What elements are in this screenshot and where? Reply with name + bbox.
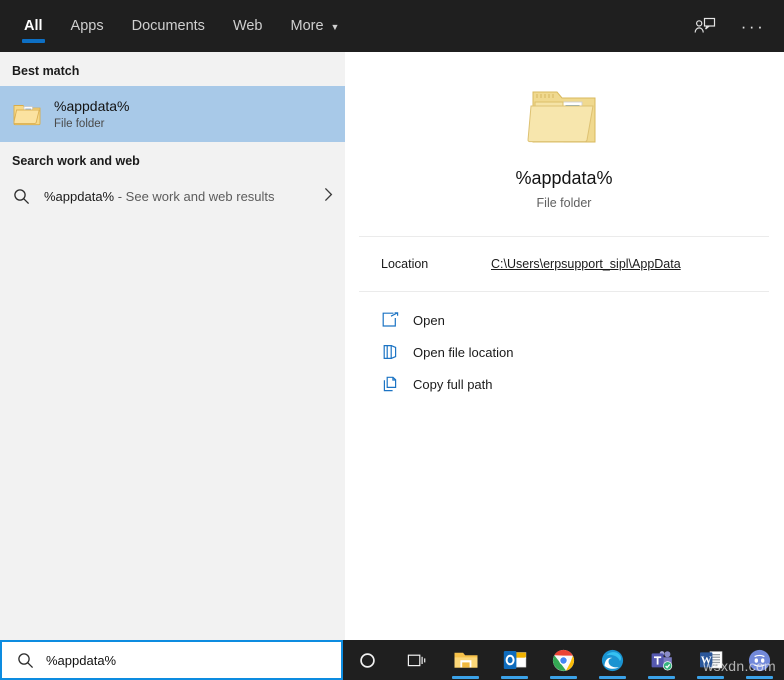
result-item-texts: %appdata% File folder xyxy=(54,98,130,130)
best-match-header: Best match xyxy=(0,52,345,86)
ellipsis-icon[interactable]: ··· xyxy=(736,9,770,43)
action-copy-full-path[interactable]: Copy full path xyxy=(381,368,771,400)
tab-apps[interactable]: Apps xyxy=(57,0,118,52)
results-panel: Best match %appdata% File folder xyxy=(0,52,345,640)
tab-documents-label: Documents xyxy=(132,18,205,34)
result-item-appdata[interactable]: %appdata% File folder xyxy=(0,86,345,142)
tab-more-label: More xyxy=(291,18,324,34)
web-result-label: %appdata% - See work and web results xyxy=(44,189,275,204)
search-work-and-web-header: Search work and web xyxy=(0,142,345,176)
tabbar-actions: ··· xyxy=(688,0,784,52)
taskbar-word-button[interactable]: W xyxy=(686,640,735,680)
taskbar-task-view-button[interactable] xyxy=(392,640,441,680)
taskbar-search-value: %appdata% xyxy=(46,653,116,668)
tab-all-label: All xyxy=(24,18,43,34)
tab-active-underline xyxy=(22,39,45,43)
person-feedback-icon[interactable] xyxy=(688,9,722,43)
copy-pages-icon xyxy=(381,375,399,393)
taskbar-chrome-button[interactable] xyxy=(539,640,588,680)
taskbar-running-indicator xyxy=(599,676,626,679)
tab-web-label: Web xyxy=(233,18,263,34)
chevron-right-icon[interactable] xyxy=(324,187,333,206)
taskbar-teams-button[interactable] xyxy=(637,640,686,680)
result-item-title: %appdata% xyxy=(54,98,130,116)
taskbar: %appdata% xyxy=(0,640,784,680)
action-open-file-location-label: Open file location xyxy=(413,345,513,360)
action-open-file-location[interactable]: Open file location xyxy=(381,336,771,368)
taskbar-file-explorer-button[interactable] xyxy=(441,640,490,680)
taskbar-running-indicator xyxy=(452,676,479,679)
open-external-icon xyxy=(381,311,399,329)
taskbar-running-indicator xyxy=(648,676,675,679)
web-result-suffix: - See work and web results xyxy=(114,189,274,204)
search-filter-tabbar: All Apps Documents Web More ▼ xyxy=(0,0,784,52)
location-row: Location C:\Users\erpsupport_sipl\AppDat… xyxy=(357,237,771,291)
tab-more[interactable]: More ▼ xyxy=(277,0,354,52)
folder-open-location-icon xyxy=(381,343,399,361)
taskbar-edge-button[interactable] xyxy=(588,640,637,680)
taskbar-discord-button[interactable] xyxy=(735,640,784,680)
preview-panel: %appdata% File folder Location C:\Users\… xyxy=(357,60,771,638)
preview-title: %appdata% xyxy=(515,168,612,189)
preview-hero: %appdata% File folder xyxy=(357,60,771,236)
tab-all[interactable]: All xyxy=(10,0,57,52)
taskbar-cortana-button[interactable] xyxy=(343,640,392,680)
action-copy-full-path-label: Copy full path xyxy=(413,377,493,392)
tab-list: All Apps Documents Web More ▼ xyxy=(0,0,353,52)
windows-search-overlay: All Apps Documents Web More ▼ xyxy=(0,0,784,680)
action-open[interactable]: Open xyxy=(381,304,771,336)
action-open-label: Open xyxy=(413,313,445,328)
location-label: Location xyxy=(381,257,491,271)
taskbar-running-indicator xyxy=(501,676,528,679)
tab-apps-label: Apps xyxy=(71,18,104,34)
preview-actions: Open Open file location xyxy=(357,292,771,400)
open-folder-documents-icon xyxy=(527,82,601,152)
search-icon xyxy=(12,188,30,205)
taskbar-running-indicator xyxy=(550,676,577,679)
taskbar-app-list: W xyxy=(343,640,784,680)
taskbar-outlook-button[interactable] xyxy=(490,640,539,680)
taskbar-running-indicator xyxy=(746,676,773,679)
result-item-subtitle: File folder xyxy=(54,118,130,130)
taskbar-running-indicator xyxy=(697,676,724,679)
web-result-item[interactable]: %appdata% - See work and web results xyxy=(0,176,345,216)
tab-documents[interactable]: Documents xyxy=(118,0,219,52)
taskbar-search-input[interactable]: %appdata% xyxy=(0,640,343,680)
chevron-down-icon: ▼ xyxy=(331,23,340,32)
location-link[interactable]: C:\Users\erpsupport_sipl\AppData xyxy=(491,257,681,271)
search-icon xyxy=(16,652,34,669)
folder-icon xyxy=(12,101,42,127)
web-result-query: %appdata% xyxy=(44,189,114,204)
preview-subtitle: File folder xyxy=(537,196,592,210)
tab-web[interactable]: Web xyxy=(219,0,277,52)
svg-text:W: W xyxy=(700,655,711,667)
